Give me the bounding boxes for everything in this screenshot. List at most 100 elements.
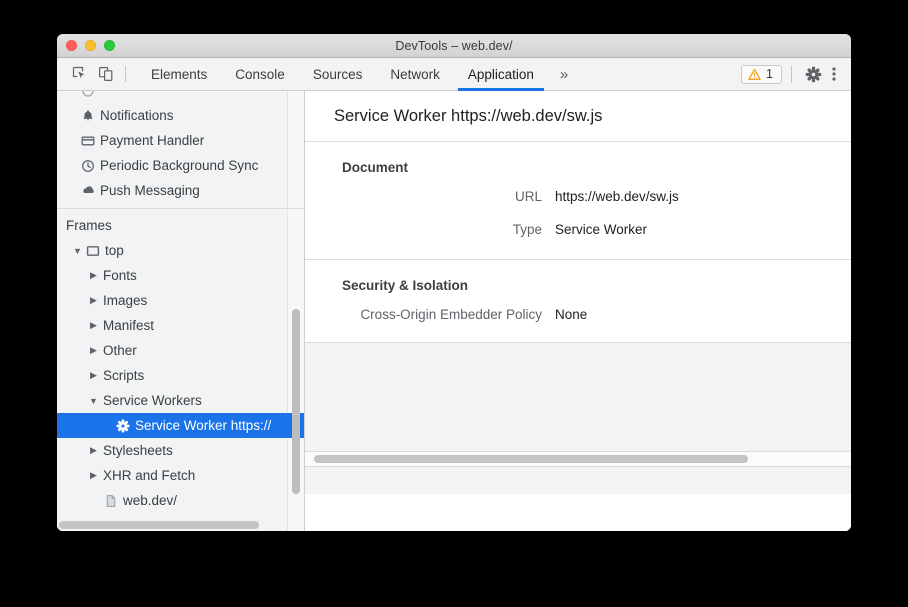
devtools-body: Notifications Payment Handler [57, 91, 851, 531]
sidebar-item-top[interactable]: ▼ top [57, 238, 304, 263]
chevron-right-icon[interactable]: ▶ [87, 270, 100, 281]
sidebar-item-label: Scripts [103, 368, 144, 383]
sync-icon [79, 91, 97, 98]
field-label: URL [305, 189, 542, 204]
sidebar-item-label: Periodic Background Sync [100, 158, 258, 173]
sidebar-item-label: Payment Handler [100, 133, 204, 148]
tab-console[interactable]: Console [221, 58, 299, 91]
sidebar-item-notifications[interactable]: Notifications [57, 103, 304, 128]
chevron-right-icon[interactable]: ▶ [87, 370, 100, 381]
minimize-window-button[interactable] [85, 40, 96, 51]
frame-details-panel: Service Worker https://web.dev/sw.js Doc… [305, 91, 851, 531]
field-value: None [542, 307, 587, 322]
close-window-button[interactable] [66, 40, 77, 51]
frame-icon [84, 244, 102, 258]
more-tabs-button[interactable]: » [548, 58, 580, 91]
chevron-down-icon[interactable]: ▼ [71, 246, 84, 256]
traffic-light-group [66, 40, 115, 51]
warning-count: 1 [766, 67, 773, 81]
tab-application[interactable]: Application [454, 58, 548, 91]
sidebar-item-payment-handler[interactable]: Payment Handler [57, 128, 304, 153]
section-security-and-isolation: Security & Isolation Cross-Origin Embedd… [305, 260, 851, 343]
sidebar-item-label: Stylesheets [103, 443, 173, 458]
sidebar-divider [57, 208, 304, 209]
sidebar-item-scripts[interactable]: ▶ Scripts [57, 363, 304, 388]
chevron-right-icon[interactable]: ▶ [87, 320, 100, 331]
sidebar-item-web-dev-document[interactable]: web.dev/ [57, 488, 304, 513]
panel-horizontal-scrollbar[interactable] [314, 455, 748, 463]
sidebar-item-label: XHR and Fetch [103, 468, 195, 483]
tab-label: Elements [151, 67, 207, 82]
tab-network[interactable]: Network [376, 58, 454, 91]
chevron-right-icon[interactable]: ▶ [87, 345, 100, 356]
credit-card-icon [79, 134, 97, 148]
field-label: Cross-Origin Embedder Policy [305, 307, 542, 322]
panel-scrollbar-area [305, 452, 851, 467]
sidebar-item-service-workers[interactable]: ▼ Service Workers [57, 388, 304, 413]
device-toolbar-icon[interactable] [93, 61, 119, 87]
gear-icon[interactable] [801, 62, 825, 86]
tab-elements[interactable]: Elements [137, 58, 221, 91]
sidebar-tree: Notifications Payment Handler [57, 91, 304, 513]
page-title: Service Worker https://web.dev/sw.js [305, 91, 851, 142]
more-vertical-icon[interactable] [825, 62, 843, 86]
toolbar-right-group: 1 [741, 62, 843, 86]
sidebar-item-background-fetch-clipped[interactable] [57, 91, 304, 103]
sidebar-item-label: Service Workers [103, 393, 202, 408]
sidebar-item-label: Service Worker https:// [135, 418, 271, 433]
toolbar-separator-right [791, 66, 792, 83]
section-title: Security & Isolation [305, 278, 851, 293]
sidebar-item-stylesheets[interactable]: ▶ Stylesheets [57, 438, 304, 463]
devtools-window: DevTools – web.dev/ Elements Console [57, 34, 851, 531]
warning-badge[interactable]: 1 [741, 65, 782, 84]
sidebar-horizontal-scrollbar[interactable] [59, 521, 259, 529]
sidebar-section-frames: Frames [57, 213, 304, 238]
window-title: DevTools – web.dev/ [57, 39, 851, 53]
bell-icon [79, 109, 97, 123]
application-sidebar: Notifications Payment Handler [57, 91, 305, 531]
sidebar-item-label: Fonts [103, 268, 137, 283]
sidebar-item-label: web.dev/ [123, 493, 177, 508]
tab-label: Network [390, 67, 440, 82]
cloud-icon [79, 183, 97, 198]
clock-icon [79, 159, 97, 173]
sidebar-item-label: Notifications [100, 108, 174, 123]
screenshot-root: DevTools – web.dev/ Elements Console [0, 0, 908, 607]
sidebar-vertical-scrollbar[interactable] [292, 309, 300, 494]
window-titlebar: DevTools – web.dev/ [57, 34, 851, 58]
sidebar-item-label: Manifest [103, 318, 154, 333]
tab-sources[interactable]: Sources [299, 58, 377, 91]
chevron-right-icon[interactable]: ▶ [87, 445, 100, 456]
warning-triangle-icon [748, 68, 761, 81]
field-value: Service Worker [542, 222, 647, 237]
field-url: URL https://web.dev/sw.js [305, 189, 851, 204]
field-label: Type [305, 222, 542, 237]
tab-label: Application [468, 67, 534, 82]
gear-icon [114, 419, 132, 433]
toolbar-separator [125, 66, 126, 82]
zoom-window-button[interactable] [104, 40, 115, 51]
sidebar-item-label: Push Messaging [100, 183, 200, 198]
sidebar-item-manifest[interactable]: ▶ Manifest [57, 313, 304, 338]
devtools-toolbar: Elements Console Sources Network Applica… [57, 58, 851, 91]
inspect-element-icon[interactable] [67, 61, 93, 87]
section-document: Document URL https://web.dev/sw.js Type … [305, 142, 851, 260]
sidebar-item-xhr-and-fetch[interactable]: ▶ XHR and Fetch [57, 463, 304, 488]
sidebar-item-periodic-background-sync[interactable]: Periodic Background Sync [57, 153, 304, 178]
chevron-right-icon[interactable]: ▶ [87, 295, 100, 306]
sidebar-item-label: Images [103, 293, 147, 308]
panel-bottom-bar [305, 467, 851, 494]
document-icon [102, 494, 120, 508]
field-value[interactable]: https://web.dev/sw.js [542, 189, 679, 204]
chevron-right-icon[interactable]: ▶ [87, 470, 100, 481]
field-type: Type Service Worker [305, 222, 851, 237]
section-title: Document [305, 160, 851, 175]
sidebar-item-service-worker-entry[interactable]: Service Worker https:// [57, 413, 304, 438]
sidebar-item-push-messaging[interactable]: Push Messaging [57, 178, 304, 203]
sidebar-item-other[interactable]: ▶ Other [57, 338, 304, 363]
sidebar-item-fonts[interactable]: ▶ Fonts [57, 263, 304, 288]
sidebar-item-label: top [105, 243, 124, 258]
sidebar-item-images[interactable]: ▶ Images [57, 288, 304, 313]
panel-tab-list: Elements Console Sources Network Applica… [137, 58, 580, 91]
chevron-down-icon[interactable]: ▼ [87, 396, 100, 406]
